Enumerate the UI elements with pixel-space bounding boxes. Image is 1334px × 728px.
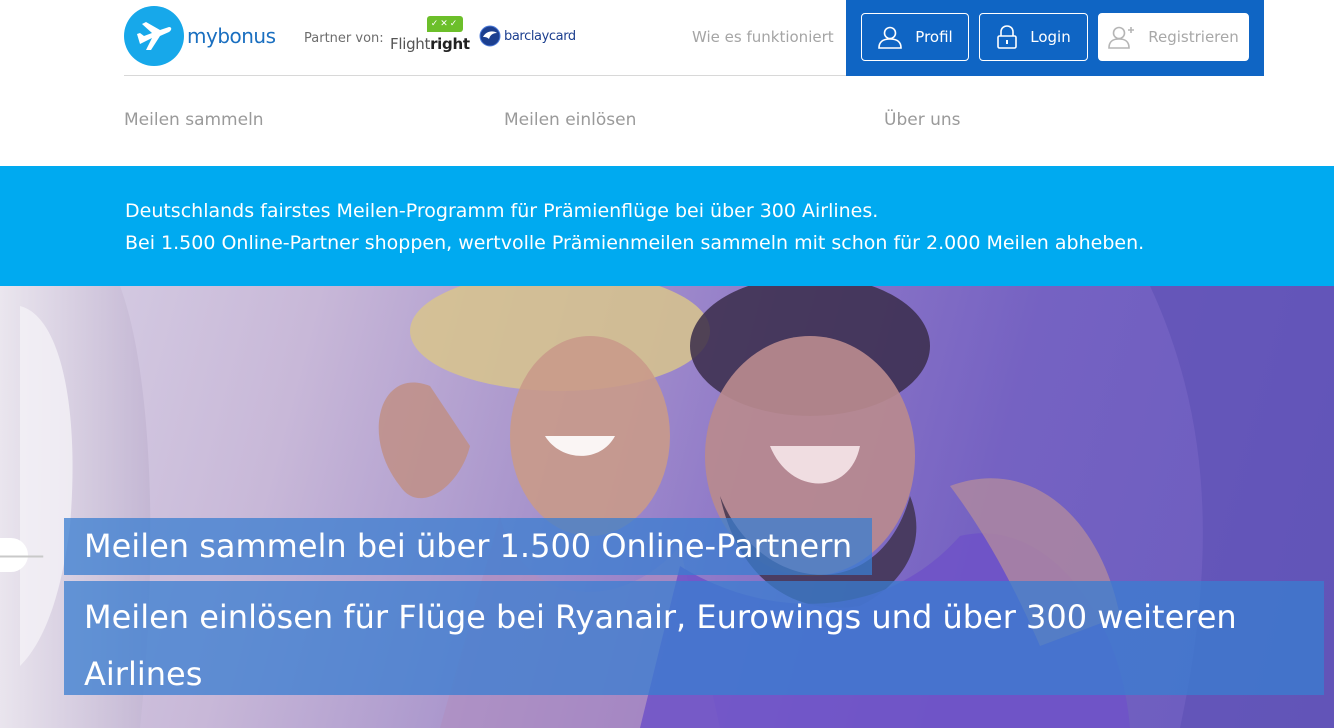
flightright-logo[interactable]: ✓✕✓ Flightright — [390, 16, 470, 56]
header-divider — [124, 75, 846, 76]
flightright-checks: ✓✕✓ — [427, 16, 463, 32]
barclaycard-logo[interactable]: barclaycard — [479, 25, 576, 47]
top-header: mybonus Partner von: ✓✕✓ Flightright bar… — [0, 0, 1334, 166]
eagle-icon — [479, 25, 501, 47]
user-icon — [878, 26, 903, 49]
hero-caption-2: Meilen einlösen für Flüge bei Ryanair, E… — [64, 581, 1324, 695]
airplane-icon — [124, 6, 184, 66]
nav-item-meilen-sammeln[interactable]: Meilen sammeln — [124, 110, 264, 130]
nav-item-ueber-uns[interactable]: Über uns — [884, 110, 961, 130]
register-button[interactable]: Registrieren — [1098, 13, 1249, 61]
logo-text: mybonus — [187, 24, 276, 48]
profile-button[interactable]: Profil — [861, 13, 969, 61]
flightright-wordmark: Flightright — [390, 35, 470, 53]
barclaycard-text: barclaycard — [504, 28, 576, 44]
banner-line-1: Deutschlands fairstes Meilen-Programm fü… — [125, 200, 879, 222]
hero-caption-1: Meilen sammeln bei über 1.500 Online-Par… — [64, 518, 873, 575]
banner-line-2: Bei 1.500 Online-Partner shoppen, wertvo… — [125, 232, 1145, 254]
login-label: Login — [1030, 28, 1071, 46]
mybonus-logo[interactable]: mybonus — [124, 6, 276, 66]
hero-slider: 🡐 Meilen sammeln bei über 1.500 Online-P… — [0, 286, 1334, 728]
lock-icon — [997, 25, 1018, 49]
login-button[interactable]: Login — [979, 13, 1088, 61]
nav-item-meilen-einloesen[interactable]: Meilen einlösen — [504, 110, 636, 130]
add-user-icon — [1108, 26, 1135, 49]
arrow-left-icon[interactable]: 🡐 — [0, 538, 46, 572]
info-banner: Deutschlands fairstes Meilen-Programm fü… — [0, 166, 1334, 286]
register-label: Registrieren — [1148, 28, 1239, 46]
how-it-works-link[interactable]: Wie es funktioniert — [692, 28, 834, 46]
profile-label: Profil — [915, 28, 953, 46]
partner-label: Partner von: — [304, 31, 384, 46]
auth-bar: Profil Login Registrieren — [846, 0, 1264, 76]
